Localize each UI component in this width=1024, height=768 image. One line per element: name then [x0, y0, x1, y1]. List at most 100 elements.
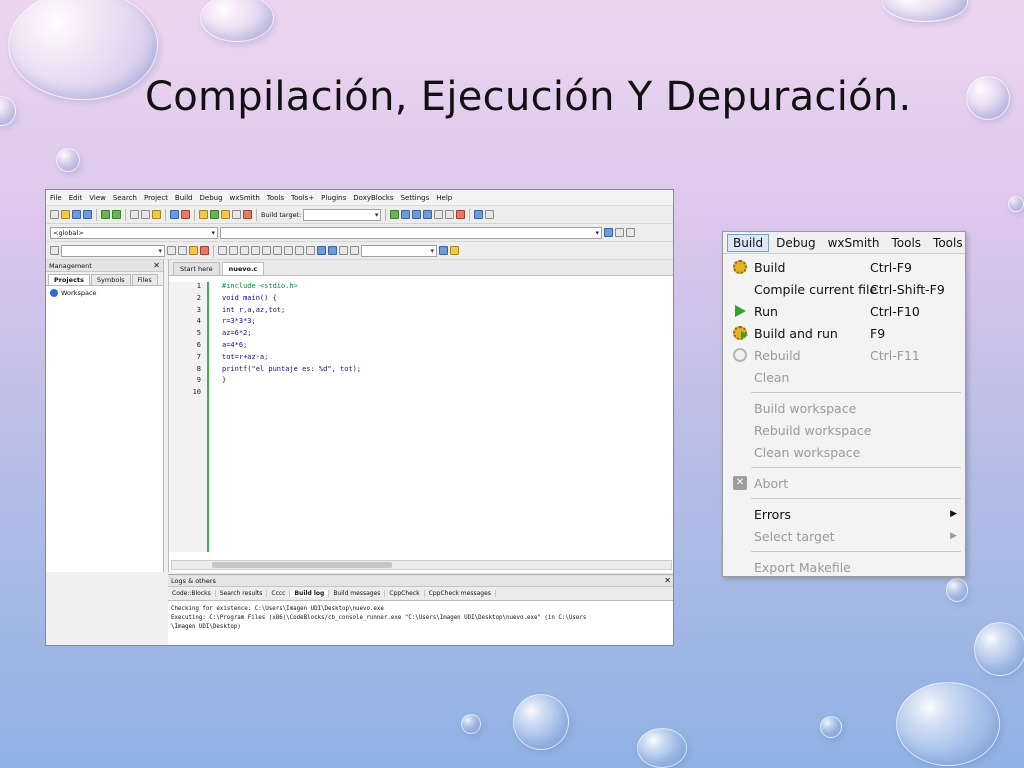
scope-select[interactable]: <global>	[50, 226, 218, 239]
page-icon[interactable]	[240, 246, 249, 255]
menu-item-help[interactable]: Help	[436, 194, 452, 202]
menu-item-abort[interactable]: ✕ Abort	[723, 472, 965, 494]
menu-item-compile-current-file[interactable]: Compile current file Ctrl-Shift-F9	[723, 278, 965, 300]
save-all-icon[interactable]	[83, 210, 92, 219]
search-icon[interactable]	[439, 246, 448, 255]
menu-item-edit[interactable]: Edit	[69, 194, 83, 202]
step-out-icon[interactable]	[423, 210, 433, 219]
toggle-bookmark-icon[interactable]	[200, 246, 209, 255]
menu-build[interactable]: Build	[727, 233, 770, 252]
symbol-search-input[interactable]	[361, 244, 437, 257]
run-icon[interactable]	[210, 210, 219, 219]
menu-tools[interactable]: Tools	[886, 235, 926, 251]
menu-item-plugins[interactable]: Plugins	[321, 194, 346, 202]
menu-item-search[interactable]: Search	[113, 194, 137, 202]
menu-item-settings[interactable]: Settings	[401, 194, 430, 202]
tab-nuevo-c[interactable]: nuevo.c	[221, 262, 265, 275]
menu-item-wxsmith[interactable]: wxSmith	[230, 194, 260, 202]
menu-item-clean[interactable]: Clean	[723, 366, 965, 388]
page-icon[interactable]	[262, 246, 271, 255]
tab-cppcheck[interactable]: CppCheck	[385, 590, 425, 597]
menu-item-debug[interactable]: Debug	[200, 194, 223, 202]
page-icon[interactable]	[229, 246, 238, 255]
function-select[interactable]	[220, 226, 602, 239]
menu-item-doxyblocks[interactable]: DoxyBlocks	[353, 194, 393, 202]
menu-item-project[interactable]: Project	[144, 194, 168, 202]
page-icon[interactable]	[218, 246, 227, 255]
find-icon[interactable]	[170, 210, 179, 219]
zoom-in-icon[interactable]	[317, 246, 326, 255]
tab-code-blocks[interactable]: Code::Blocks	[168, 590, 216, 597]
next-instruction-icon[interactable]	[434, 210, 444, 219]
menu-item-view[interactable]: View	[89, 194, 106, 202]
rebuild-icon[interactable]	[232, 210, 241, 219]
abort-icon[interactable]	[243, 210, 252, 219]
close-icon[interactable]: ✕	[664, 575, 671, 587]
page-icon[interactable]	[306, 246, 315, 255]
nav-forward-icon[interactable]	[178, 246, 187, 255]
paste-icon[interactable]	[152, 210, 161, 219]
scrollbar-thumb[interactable]	[212, 562, 392, 568]
info-icon[interactable]	[485, 210, 495, 219]
comment-icon[interactable]	[626, 228, 635, 237]
tab-projects[interactable]: Projects	[48, 274, 90, 285]
open-folder-icon[interactable]	[61, 210, 70, 219]
menu-item-build-and-run[interactable]: Build and run F9	[723, 322, 965, 344]
redo-icon[interactable]	[112, 210, 121, 219]
step-icon[interactable]	[401, 210, 411, 219]
menu-item-clean-workspace[interactable]: Clean workspace	[723, 441, 965, 463]
page-icon[interactable]	[295, 246, 304, 255]
save-icon[interactable]	[72, 210, 81, 219]
debug-windows-icon[interactable]	[474, 210, 484, 219]
replace-icon[interactable]	[181, 210, 190, 219]
pause-icon[interactable]	[445, 210, 455, 219]
jump-forward-icon[interactable]	[615, 228, 624, 237]
page-icon[interactable]	[273, 246, 282, 255]
menu-item-build[interactable]: Build	[175, 194, 193, 202]
tab-cccc[interactable]: Cccc	[267, 590, 291, 597]
menu-item-rebuild[interactable]: Rebuild Ctrl-F11	[723, 344, 965, 366]
tab-build-messages[interactable]: Build messages	[329, 590, 386, 597]
build-gear-icon[interactable]	[199, 210, 208, 219]
menu-item-run[interactable]: Run Ctrl-F10	[723, 300, 965, 322]
horizontal-scrollbar[interactable]	[171, 560, 672, 570]
menu-tools-2[interactable]: Tools	[928, 235, 965, 251]
tab-symbols[interactable]: Symbols	[90, 274, 131, 285]
menu-item-errors[interactable]: Errors ▶	[723, 503, 965, 525]
tab-files[interactable]: Files	[131, 274, 158, 285]
workspace-node[interactable]: Workspace	[46, 286, 163, 300]
quick-search-input[interactable]	[61, 244, 165, 257]
search-options-icon[interactable]	[450, 246, 459, 255]
zoom-out-icon[interactable]	[328, 246, 337, 255]
menu-debug[interactable]: Debug	[771, 235, 820, 251]
tab-start-here[interactable]: Start here	[173, 262, 220, 275]
bookmark-icon[interactable]	[189, 246, 198, 255]
menu-item-tools-[interactable]: Tools+	[291, 194, 314, 202]
menu-item-build-workspace[interactable]: Build workspace	[723, 397, 965, 419]
stop-debug-icon[interactable]	[456, 210, 466, 219]
menu-item-export-makefile[interactable]: Export Makefile	[723, 556, 965, 576]
tab-cppcheck-messages[interactable]: CppCheck messages	[425, 590, 496, 597]
undo-icon[interactable]	[101, 210, 110, 219]
page-icon[interactable]	[251, 246, 260, 255]
menu-wxsmith[interactable]: wxSmith	[823, 235, 885, 251]
build-and-run-icon[interactable]	[221, 210, 230, 219]
menu-item-select-target[interactable]: Select target ▶	[723, 525, 965, 547]
new-file-icon[interactable]	[50, 210, 59, 219]
menu-item-build[interactable]: Build Ctrl-F9	[723, 256, 965, 278]
nav-back-icon[interactable]	[167, 246, 176, 255]
copy-icon[interactable]	[141, 210, 150, 219]
highlight-icon[interactable]	[50, 246, 59, 255]
tab-build-log[interactable]: Build log	[290, 590, 330, 597]
cut-icon[interactable]	[130, 210, 139, 219]
build-target-select[interactable]	[303, 208, 382, 221]
debug-run-icon[interactable]	[390, 210, 400, 219]
menu-item-tools[interactable]: Tools	[267, 194, 284, 202]
dollar-icon[interactable]	[339, 246, 348, 255]
step-into-icon[interactable]	[412, 210, 422, 219]
menu-item-rebuild-workspace[interactable]: Rebuild workspace	[723, 419, 965, 441]
menu-item-file[interactable]: File	[50, 194, 62, 202]
jump-back-icon[interactable]	[604, 228, 613, 237]
code-editor[interactable]: 1 2 3 4 5 6 7 8 9 10 #include <stdio.h> void main(…	[169, 282, 673, 552]
close-icon[interactable]: ✕	[153, 260, 160, 272]
